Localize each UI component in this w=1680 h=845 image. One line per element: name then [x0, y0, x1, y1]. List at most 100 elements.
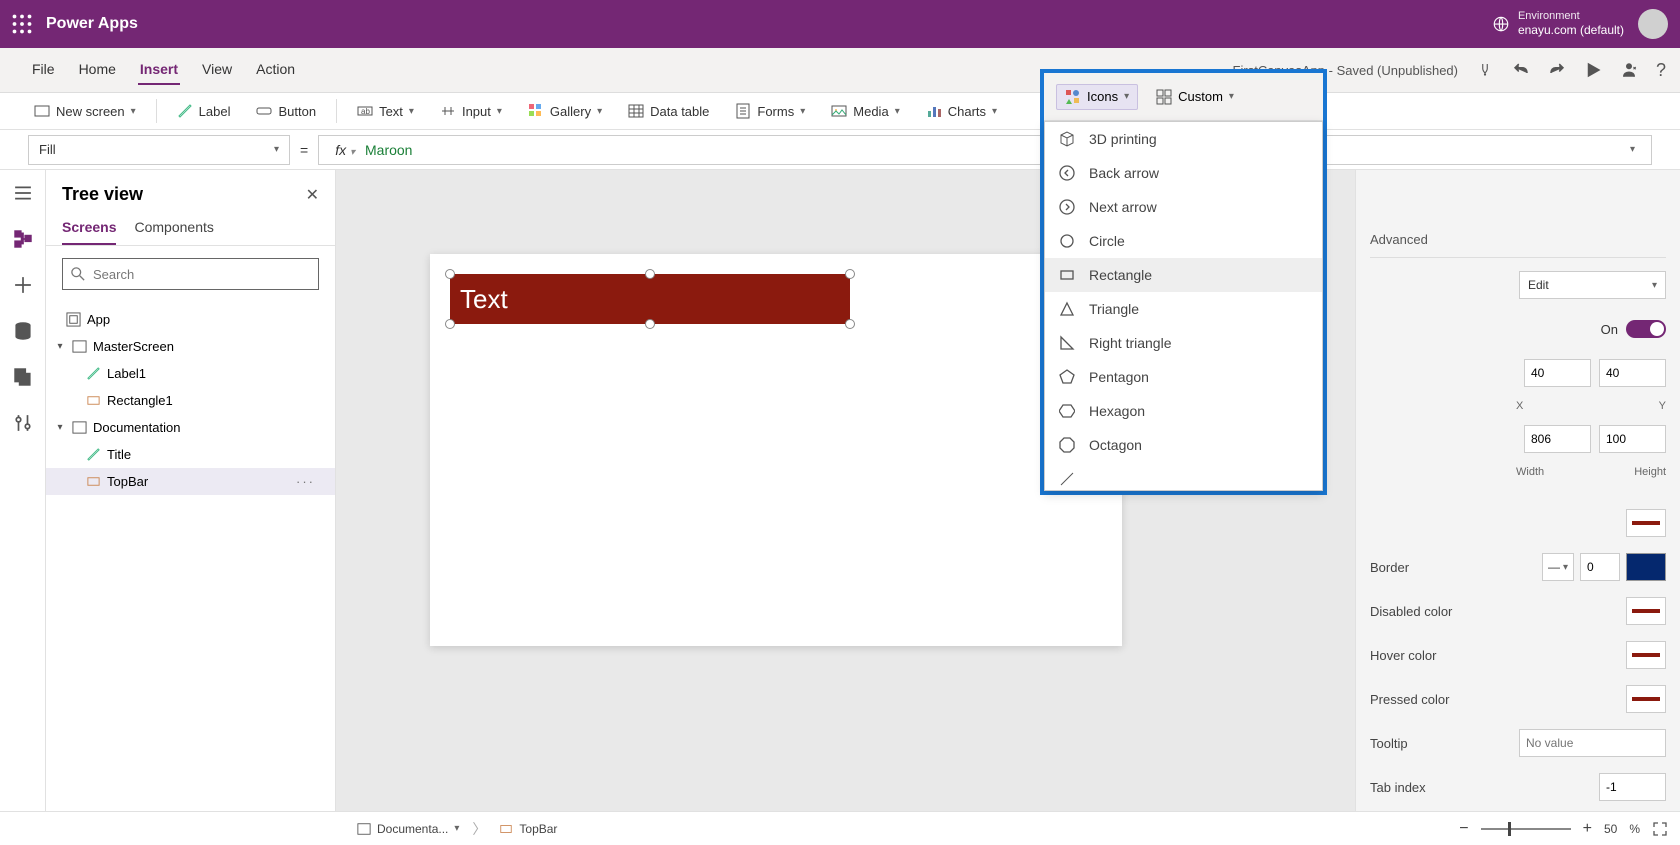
size-width-input[interactable] — [1524, 425, 1591, 453]
tools-icon[interactable] — [14, 414, 32, 432]
resize-handle-n[interactable] — [645, 269, 655, 279]
tooltip-input[interactable] — [1519, 729, 1666, 757]
icons-button[interactable]: Icons▾ — [1056, 84, 1138, 110]
icon-option-octagon[interactable]: Octagon — [1045, 428, 1322, 462]
icon-option-right-triangle[interactable]: Right triangle — [1045, 326, 1322, 360]
equals-sign: = — [300, 142, 308, 158]
tree-view-icon[interactable] — [14, 230, 32, 248]
tree-node-label1[interactable]: Label1 — [46, 360, 335, 387]
icon-option-hexagon[interactable]: Hexagon — [1045, 394, 1322, 428]
zoom-out-icon[interactable]: − — [1459, 820, 1468, 838]
custom-button[interactable]: Custom▾ — [1156, 89, 1234, 105]
help-icon[interactable]: ? — [1656, 60, 1666, 81]
icons-dropdown-highlight: Icons▾ Custom▾ 3D printing Back arrow Ne… — [1040, 69, 1327, 495]
icon-option-back-arrow[interactable]: Back arrow — [1045, 156, 1322, 190]
disabled-color-swatch[interactable] — [1626, 597, 1666, 625]
position-x-input[interactable] — [1524, 359, 1591, 387]
zoom-slider[interactable] — [1481, 828, 1571, 830]
icon-option-triangle[interactable]: Triangle — [1045, 292, 1322, 326]
tree-node-title[interactable]: Title — [46, 441, 335, 468]
border-width-input[interactable] — [1580, 553, 1620, 581]
size-height-input[interactable] — [1599, 425, 1666, 453]
tree-node-documentation[interactable]: ▾ Documentation — [46, 414, 335, 441]
undo-icon[interactable] — [1512, 61, 1530, 79]
formula-bar: Fill▾ = fx ▾ Maroon ▾ — [0, 130, 1680, 170]
icon-option-3d-printing[interactable]: 3D printing — [1045, 122, 1322, 156]
tree-view-panel: Tree view ✕ Screens Components Search Ap… — [46, 170, 336, 811]
add-icon[interactable] — [14, 276, 32, 294]
forms-button[interactable]: Forms▾ — [729, 99, 811, 123]
charts-button[interactable]: Charts▾ — [920, 99, 1003, 123]
menu-file[interactable]: File — [30, 55, 57, 85]
resize-handle-nw[interactable] — [445, 269, 455, 279]
breadcrumb-screen[interactable]: Documenta...▾ — [348, 819, 468, 839]
icon-option-rectangle[interactable]: Rectangle — [1045, 258, 1322, 292]
resize-handle-se[interactable] — [845, 319, 855, 329]
label-button[interactable]: Label — [171, 99, 237, 123]
play-icon[interactable] — [1584, 61, 1602, 79]
menu-view[interactable]: View — [200, 55, 234, 85]
fit-screen-icon[interactable] — [1652, 821, 1668, 837]
app-checker-icon[interactable] — [1476, 61, 1494, 79]
data-table-button[interactable]: Data table — [622, 99, 715, 123]
zoom-unit: % — [1629, 822, 1640, 836]
redo-icon[interactable] — [1548, 61, 1566, 79]
resize-handle-s[interactable] — [645, 319, 655, 329]
new-screen-button[interactable]: New screen▾ — [28, 99, 142, 123]
visible-toggle[interactable] — [1626, 320, 1666, 338]
svg-text:ab: ab — [361, 107, 370, 116]
components-tab[interactable]: Components — [134, 211, 213, 245]
tree-node-masterscreen[interactable]: ▾ MasterScreen — [46, 333, 335, 360]
position-y-input[interactable] — [1599, 359, 1666, 387]
hover-color-swatch[interactable] — [1626, 641, 1666, 669]
tree-node-more-icon[interactable]: ··· — [296, 474, 327, 489]
icon-option-more[interactable] — [1045, 462, 1322, 491]
media-button[interactable]: Media▾ — [825, 99, 905, 123]
properties-tab-advanced[interactable]: Advanced — [1370, 222, 1428, 257]
title-bar: Power Apps Environment enayu.com (defaul… — [0, 0, 1680, 48]
icon-option-circle[interactable]: Circle — [1045, 224, 1322, 258]
tree-node-rectangle1[interactable]: Rectangle1 — [46, 387, 335, 414]
pressed-color-swatch[interactable] — [1626, 685, 1666, 713]
menu-action[interactable]: Action — [254, 55, 297, 85]
menu-home[interactable]: Home — [77, 55, 118, 85]
tree-search-input[interactable]: Search — [62, 258, 319, 290]
tab-index-input[interactable] — [1599, 773, 1666, 801]
app-launcher-icon[interactable] — [12, 14, 32, 34]
left-rail — [0, 170, 46, 811]
resize-handle-ne[interactable] — [845, 269, 855, 279]
share-icon[interactable] — [1620, 61, 1638, 79]
property-selector[interactable]: Fill▾ — [28, 135, 290, 165]
topbar-shape[interactable]: Text — [450, 274, 850, 324]
user-avatar[interactable] — [1638, 9, 1668, 39]
canvas-screen[interactable]: Text — [430, 254, 1122, 646]
screens-tab[interactable]: Screens — [62, 211, 116, 245]
text-button[interactable]: ab Text▾ — [351, 99, 420, 123]
formula-expand-icon[interactable]: ▾ — [1630, 144, 1635, 155]
fill-color-swatch[interactable] — [1626, 509, 1666, 537]
close-tree-view-icon[interactable]: ✕ — [306, 185, 319, 205]
data-icon[interactable] — [14, 322, 32, 340]
display-mode-select[interactable]: Edit▾ — [1519, 271, 1666, 299]
input-button[interactable]: Input▾ — [434, 99, 508, 123]
gallery-button[interactable]: Gallery▾ — [522, 99, 608, 123]
visible-on-label: On — [1601, 322, 1618, 337]
hamburger-icon[interactable] — [14, 184, 32, 202]
media-rail-icon[interactable] — [14, 368, 32, 386]
environment-picker[interactable]: Environment enayu.com (default) — [1492, 10, 1624, 38]
border-color-swatch[interactable] — [1626, 553, 1666, 581]
icon-option-pentagon[interactable]: Pentagon — [1045, 360, 1322, 394]
breadcrumb-shape[interactable]: TopBar — [490, 819, 566, 839]
button-insert[interactable]: Button — [250, 99, 322, 123]
icon-option-next-arrow[interactable]: Next arrow — [1045, 190, 1322, 224]
formula-input[interactable]: fx ▾ Maroon ▾ — [318, 135, 1652, 165]
icons-dropdown-list[interactable]: 3D printing Back arrow Next arrow Circle… — [1044, 121, 1323, 491]
tree-node-app[interactable]: App — [46, 306, 335, 333]
menu-bar: File Home Insert View Action FirstCanvas… — [0, 48, 1680, 93]
border-style-select[interactable]: — ▾ — [1542, 553, 1574, 581]
resize-handle-sw[interactable] — [445, 319, 455, 329]
menu-insert[interactable]: Insert — [138, 55, 180, 85]
environment-name: enayu.com (default) — [1518, 23, 1624, 37]
tree-node-topbar[interactable]: TopBar ··· — [46, 468, 335, 495]
zoom-in-icon[interactable]: + — [1583, 820, 1592, 838]
